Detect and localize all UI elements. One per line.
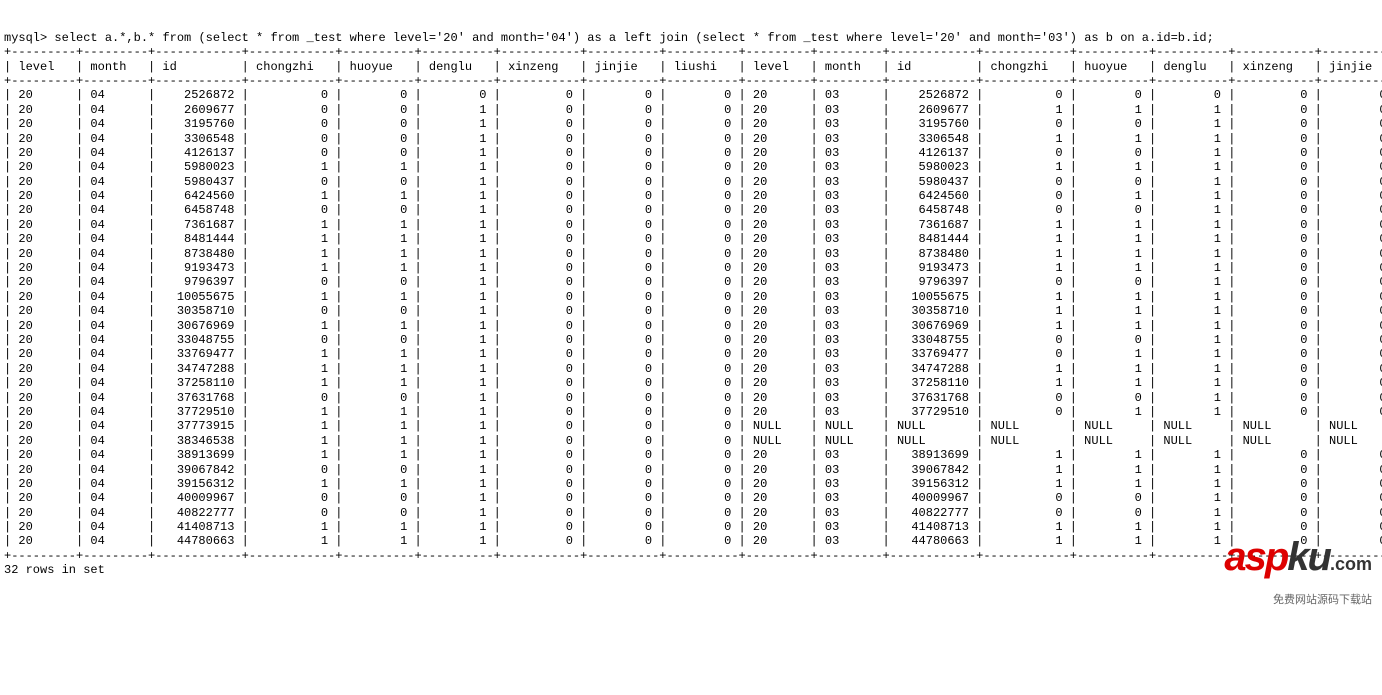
terminal-output: mysql> select a.*,b.* from (select * fro… xyxy=(0,29,1382,580)
mysql-prompt: mysql> select a.*,b.* from (select * fro… xyxy=(4,31,1214,45)
row-count: 32 rows in set xyxy=(4,563,105,577)
